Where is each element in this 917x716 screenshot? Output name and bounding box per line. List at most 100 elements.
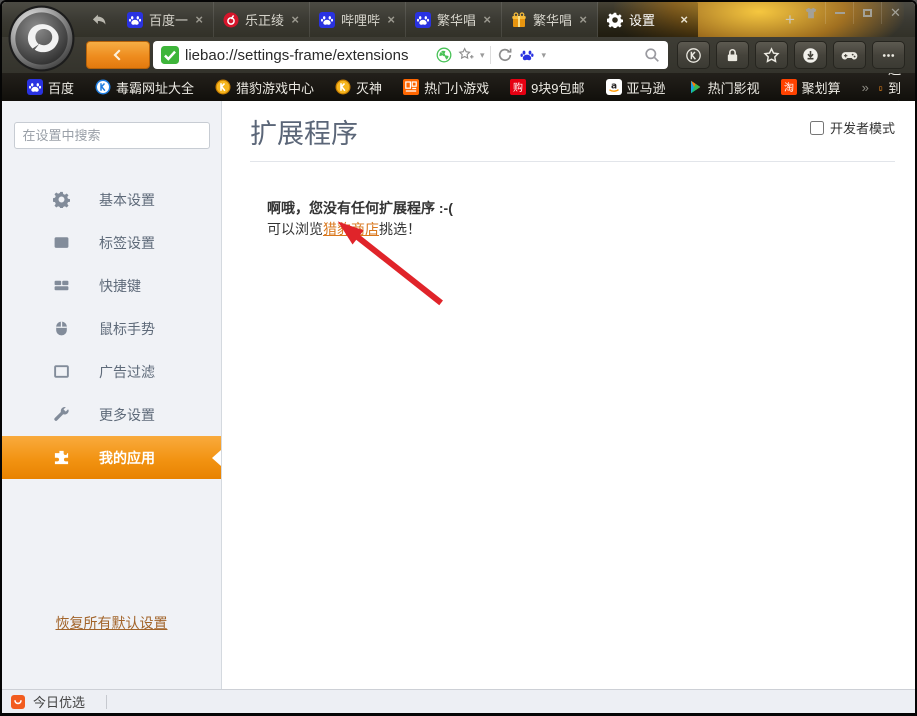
settings-search-input[interactable] — [14, 122, 210, 149]
sidebar-item-apps[interactable]: 我的应用 — [2, 436, 221, 479]
baidu-paw-icon — [415, 12, 431, 28]
browser-window: 百度一...×乐正绫 ...×哔哩哔...×繁华唱...×繁华唱...×设置× … — [0, 0, 917, 716]
game-orange-icon — [403, 79, 419, 95]
secure-check-icon — [161, 46, 179, 64]
bookmark-item[interactable]: a亚马逊 — [600, 78, 672, 97]
sidebar-item-hotkeys[interactable]: 快捷键 — [2, 264, 221, 307]
search-engine-caret[interactable]: ▾ — [541, 50, 546, 61]
sidebar-item-label: 基本设置 — [99, 190, 155, 210]
title-divider — [250, 161, 895, 162]
favorite-star-icon[interactable] — [458, 47, 474, 63]
sidebar-item-gear[interactable]: 基本设置 — [2, 178, 221, 221]
liebao-logo[interactable] — [8, 5, 75, 72]
maximize-button[interactable] — [853, 2, 881, 24]
svg-text:a: a — [611, 82, 617, 92]
active-item-notch — [212, 450, 221, 466]
tab-0[interactable]: 百度一... × — [118, 2, 214, 37]
k-badge-icon — [685, 47, 702, 64]
developer-mode-toggle: 开发者模式 — [810, 118, 895, 137]
gift-box-icon — [511, 12, 527, 28]
tab-4[interactable]: 繁华唱... × — [502, 2, 598, 37]
tab-strip: 百度一...×乐正绫 ...×哔哩哔...×繁华唱...×繁华唱...×设置× — [118, 2, 698, 37]
tab-close-icon[interactable]: × — [482, 12, 492, 27]
bookmark-item[interactable]: 毒霸网址大全 — [89, 78, 200, 97]
sidebar-item-label: 更多设置 — [99, 405, 155, 425]
sidebar-item-wrench[interactable]: 更多设置 — [2, 393, 221, 436]
bookmark-label: 猎豹游戏中心 — [236, 78, 314, 97]
sidebar-item-ad-filter[interactable]: 广告过滤 — [2, 350, 221, 393]
minimize-icon — [835, 12, 845, 14]
maximize-icon — [863, 9, 872, 17]
bookmark-item[interactable]: 灭神 — [329, 78, 388, 97]
tab-3[interactable]: 繁华唱... × — [406, 2, 502, 37]
tab-title: 乐正绫 ... — [245, 10, 284, 29]
status-label[interactable]: 今日优选 — [33, 692, 85, 711]
menu-button[interactable] — [872, 41, 905, 69]
tab-1[interactable]: 乐正绫 ... × — [214, 2, 310, 37]
settings-content: 基本设置标签设置快捷键鼠标手势广告过滤更多设置我的应用 恢复所有默认设置 扩展程… — [2, 101, 915, 689]
downloads-button[interactable] — [794, 41, 827, 69]
bookmark-item[interactable]: 购 9块9包邮 — [504, 78, 590, 97]
bookmarks-button[interactable] — [755, 41, 788, 69]
tab-close-icon[interactable]: × — [194, 12, 204, 27]
chevron-left-icon — [111, 48, 125, 62]
bookmark-label: 9块9包邮 — [531, 78, 584, 97]
tab-settings-active[interactable]: 设置 × — [598, 2, 698, 37]
tab-title: 繁华唱... — [533, 10, 572, 29]
bookmark-item[interactable]: 热门小游戏 — [397, 78, 495, 97]
ad-filter-icon — [53, 363, 70, 380]
developer-mode-checkbox[interactable] — [810, 121, 824, 135]
fan-icon[interactable] — [436, 47, 452, 63]
tao-red-icon: 淘 — [781, 79, 797, 95]
k-circle-blue-icon — [95, 79, 111, 95]
bookmark-item[interactable]: 热门影视 — [681, 78, 766, 97]
sidebar-item-label: 鼠标手势 — [99, 319, 155, 339]
tab-close-icon[interactable]: × — [679, 12, 689, 27]
close-button[interactable]: ✕ — [881, 2, 909, 24]
bookmark-item[interactable]: 猎豹游戏中心 — [209, 78, 320, 97]
bookmark-item[interactable]: 百度 — [21, 78, 80, 97]
bookmark-label: 灭神 — [356, 78, 382, 97]
bookmark-item[interactable]: 淘聚划算 — [775, 78, 847, 97]
sidebar-item-tab-square[interactable]: 标签设置 — [2, 221, 221, 264]
amazon-icon: a — [606, 79, 622, 95]
reply-arrow-icon[interactable] — [90, 11, 108, 29]
kingsoft-button[interactable] — [677, 41, 710, 69]
gou-red-icon: 购 — [510, 79, 526, 95]
games-button[interactable] — [833, 41, 866, 69]
tab-2[interactable]: 哔哩哔...× — [310, 2, 406, 37]
tab-close-icon[interactable]: × — [578, 12, 588, 27]
search-icon[interactable] — [644, 47, 660, 63]
skin-button[interactable] — [797, 2, 825, 24]
tab-square-icon — [53, 234, 70, 251]
bookmarks-overflow-chevron[interactable]: » — [862, 80, 869, 95]
url-text[interactable]: liebao://settings-frame/extensions — [185, 47, 408, 64]
bookmark-label: 毒霸网址大全 — [116, 78, 194, 97]
shopping-bag-icon — [10, 694, 26, 710]
k-circle-gold-icon — [215, 79, 231, 95]
shirt-icon — [804, 6, 818, 20]
search-engine-baidu-icon[interactable] — [519, 47, 535, 63]
tab-bar: 百度一...×乐正绫 ...×哔哩哔...×繁华唱...×繁华唱...×设置× … — [2, 2, 915, 37]
close-icon: ✕ — [890, 5, 901, 21]
sidebar-item-label: 快捷键 — [99, 276, 141, 296]
sidebar-item-label: 广告过滤 — [99, 362, 155, 382]
store-link[interactable]: 猎豹商店 — [323, 221, 379, 237]
reset-defaults-link[interactable]: 恢复所有默认设置 — [2, 613, 221, 633]
tab-close-icon[interactable]: × — [386, 12, 396, 27]
tab-title: 百度一... — [149, 10, 188, 29]
tab-title: 繁华唱... — [437, 10, 476, 29]
address-bar[interactable]: liebao://settings-frame/extensions ▾ ▾ — [153, 41, 668, 69]
mouse-icon — [53, 320, 70, 337]
bookmark-label: 百度 — [48, 78, 74, 97]
refresh-icon[interactable] — [497, 47, 513, 63]
tab-close-icon[interactable]: × — [290, 12, 300, 27]
sidebar-item-mouse[interactable]: 鼠标手势 — [2, 307, 221, 350]
settings-sidebar: 基本设置标签设置快捷键鼠标手势广告过滤更多设置我的应用 恢复所有默认设置 — [2, 101, 222, 689]
k-circle-gold-icon — [335, 79, 351, 95]
back-button[interactable] — [86, 41, 150, 69]
security-button[interactable] — [716, 41, 749, 69]
tab-title: 设置 — [629, 10, 665, 29]
star-dropdown-caret[interactable]: ▾ — [480, 50, 485, 61]
minimize-button[interactable] — [825, 2, 853, 24]
